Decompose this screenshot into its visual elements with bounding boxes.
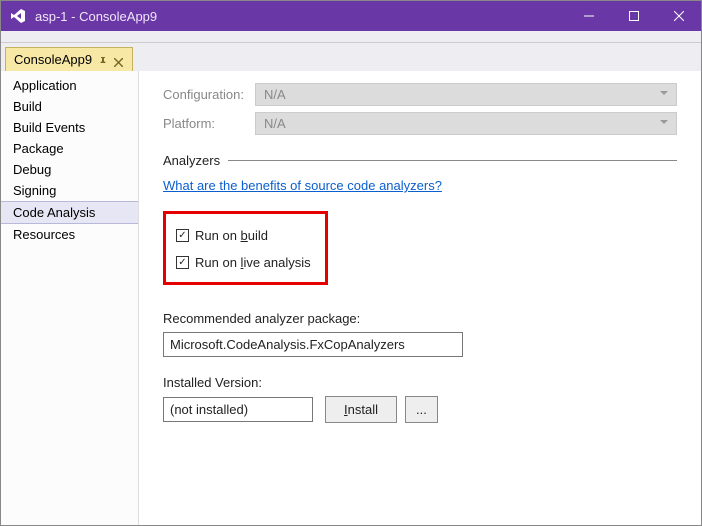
installed-version-field[interactable]: (not installed) (163, 397, 313, 422)
run-on-live-checkbox[interactable] (176, 256, 189, 269)
platform-combo[interactable]: N/A (255, 112, 677, 135)
tab-label: ConsoleApp9 (14, 52, 92, 67)
sidebar-item-application[interactable]: Application (1, 75, 138, 96)
vs-logo-icon (9, 7, 27, 25)
install-row: (not installed) Install ... (163, 396, 677, 423)
platform-label: Platform: (163, 116, 255, 131)
analyzers-section-label: Analyzers (163, 153, 220, 168)
maximize-button[interactable] (611, 1, 656, 31)
divider (228, 160, 677, 161)
run-on-build-label: Run on build (195, 228, 268, 243)
minimize-button[interactable] (566, 1, 611, 31)
configuration-label: Configuration: (163, 87, 255, 102)
run-on-build-row: Run on build (176, 228, 311, 243)
pin-icon[interactable] (98, 55, 108, 65)
platform-row: Platform: N/A (163, 112, 677, 135)
run-on-live-label: Run on live analysis (195, 255, 311, 270)
install-button[interactable]: Install (325, 396, 397, 423)
run-on-build-checkbox[interactable] (176, 229, 189, 242)
window-buttons (566, 1, 701, 31)
configuration-combo[interactable]: N/A (255, 83, 677, 106)
recommended-label: Recommended analyzer package: (163, 311, 677, 326)
sidebar-item-signing[interactable]: Signing (1, 180, 138, 201)
analyzers-section-header: Analyzers (163, 153, 677, 168)
close-button[interactable] (656, 1, 701, 31)
tab-strip: ConsoleApp9 (1, 43, 701, 71)
configuration-row: Configuration: N/A (163, 83, 677, 106)
sidebar-item-debug[interactable]: Debug (1, 159, 138, 180)
benefits-link[interactable]: What are the benefits of source code ana… (163, 178, 677, 193)
window-title: asp-1 - ConsoleApp9 (35, 9, 566, 24)
settings-content: Configuration: N/A Platform: N/A Analyze… (139, 71, 701, 525)
editor-body: Application Build Build Events Package D… (1, 71, 701, 525)
tab-consoleapp9[interactable]: ConsoleApp9 (5, 47, 133, 71)
toolbar-strip (1, 31, 701, 43)
highlighted-options-box: Run on build Run on live analysis (163, 211, 328, 285)
run-on-live-row: Run on live analysis (176, 255, 311, 270)
sidebar-item-package[interactable]: Package (1, 138, 138, 159)
titlebar: asp-1 - ConsoleApp9 (1, 1, 701, 31)
tab-close-icon[interactable] (114, 55, 124, 65)
recommended-package-field[interactable]: Microsoft.CodeAnalysis.FxCopAnalyzers (163, 332, 463, 357)
sidebar-item-build-events[interactable]: Build Events (1, 117, 138, 138)
sidebar-item-resources[interactable]: Resources (1, 224, 138, 245)
browse-button[interactable]: ... (405, 396, 438, 423)
installed-version-label: Installed Version: (163, 375, 677, 390)
sidebar-item-build[interactable]: Build (1, 96, 138, 117)
sidebar-item-code-analysis[interactable]: Code Analysis (1, 201, 138, 224)
project-settings-sidebar: Application Build Build Events Package D… (1, 71, 139, 525)
